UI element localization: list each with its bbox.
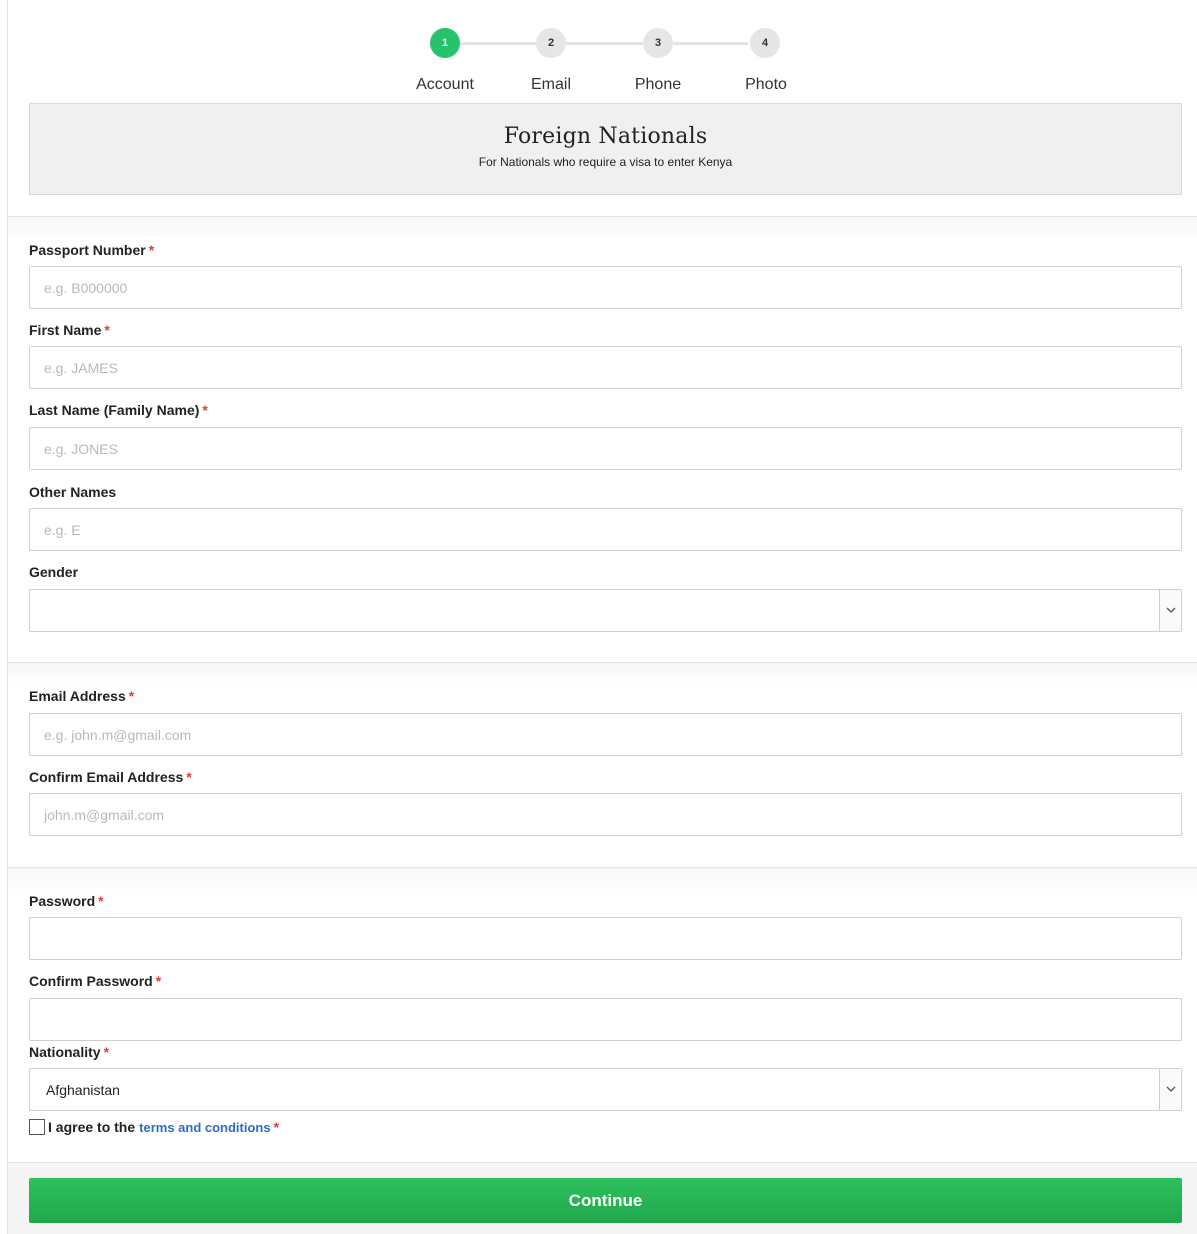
email-input[interactable]: e.g. john.m@gmail.com	[29, 713, 1182, 756]
confirm-password-label: Confirm Password *	[29, 973, 162, 989]
step-3-circle: 3	[643, 28, 673, 58]
step-4-circle: 4	[750, 28, 780, 58]
progress-stepper: 1 2 3 4 Account Email Phone Photo	[0, 0, 1197, 93]
page-title: Foreign Nationals	[503, 124, 708, 149]
required-mark: *	[103, 1044, 110, 1060]
required-mark: *	[148, 242, 155, 258]
stepper-track	[460, 42, 748, 45]
required-mark: *	[104, 322, 110, 338]
terms-link[interactable]: terms and conditions	[139, 1120, 270, 1135]
required-mark: *	[98, 893, 104, 909]
section-shade	[8, 217, 1197, 243]
required-mark: *	[155, 973, 162, 989]
step-1-circle: 1	[430, 28, 460, 58]
section-shade	[8, 868, 1197, 894]
nationality-value: Afghanistan	[46, 1081, 120, 1098]
step-2-circle: 2	[536, 28, 566, 58]
required-mark: *	[186, 769, 192, 785]
last-name-label: Last Name (Family Name) *	[29, 402, 208, 418]
terms-agreement: I agree to the terms and conditions *	[29, 1119, 279, 1135]
passport-input[interactable]: e.g. B000000	[29, 266, 1182, 309]
continue-button[interactable]: Continue	[29, 1178, 1182, 1223]
email-label: Email Address *	[29, 688, 135, 704]
first-name-placeholder: e.g. JAMES	[44, 359, 118, 376]
step-1-label: Account	[416, 76, 474, 93]
terms-checkbox[interactable]	[29, 1119, 45, 1135]
chevron-down-icon[interactable]	[1159, 590, 1181, 631]
step-3-label: Phone	[634, 76, 682, 93]
first-name-label: First Name *	[29, 322, 110, 338]
gender-label: Gender	[29, 564, 79, 580]
confirm-email-placeholder: john.m@gmail.com	[44, 806, 165, 823]
confirm-password-input[interactable]	[29, 998, 1182, 1041]
passport-label: Passport Number *	[29, 242, 155, 258]
confirm-email-input[interactable]: john.m@gmail.com	[29, 793, 1182, 836]
gender-select[interactable]	[29, 589, 1182, 632]
email-placeholder: e.g. john.m@gmail.com	[44, 726, 192, 743]
last-name-placeholder: e.g. JONES	[44, 440, 118, 457]
step-4-label: Photo	[745, 76, 787, 93]
required-mark: *	[273, 1119, 280, 1135]
last-name-input[interactable]: e.g. JONES	[29, 427, 1182, 470]
chevron-down-icon[interactable]	[1159, 1069, 1181, 1110]
page-subtitle: For Nationals who require a visa to ente…	[478, 155, 733, 169]
nationality-select[interactable]: Afghanistan	[29, 1068, 1182, 1111]
required-mark: *	[128, 688, 135, 704]
step-2-label: Email	[530, 76, 571, 93]
confirm-email-label: Confirm Email Address *	[29, 769, 192, 785]
other-names-placeholder: e.g. E	[44, 521, 81, 538]
other-names-label: Other Names	[29, 484, 117, 500]
passport-placeholder: e.g. B000000	[44, 279, 128, 296]
nationality-label: Nationality *	[29, 1044, 110, 1060]
password-label: Password *	[29, 893, 104, 909]
agree-text: I agree to the	[48, 1119, 136, 1135]
other-names-input[interactable]: e.g. E	[29, 508, 1182, 551]
section-shade	[8, 663, 1197, 689]
required-mark: *	[202, 402, 208, 418]
first-name-input[interactable]: e.g. JAMES	[29, 346, 1182, 389]
page-header-banner: Foreign Nationals For Nationals who requ…	[29, 103, 1182, 195]
password-input[interactable]	[29, 917, 1182, 960]
